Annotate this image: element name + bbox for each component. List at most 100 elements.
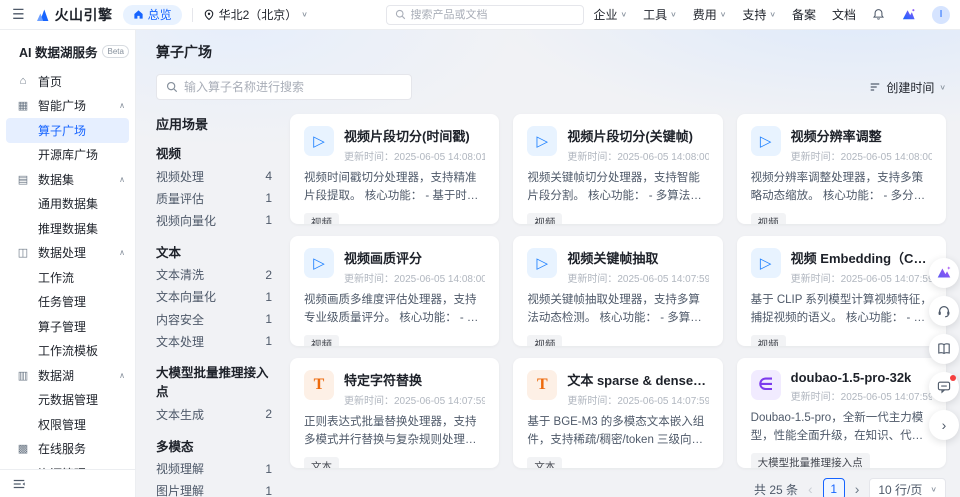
page-title: 算子广场 bbox=[156, 42, 946, 62]
next-page-button[interactable]: › bbox=[855, 482, 860, 496]
service-icon: ▩ bbox=[16, 442, 30, 455]
card-title: 视频片段切分(关键帧) bbox=[567, 126, 708, 145]
operator-search-input[interactable] bbox=[184, 80, 402, 94]
card-description: 基于 BGE-M3 的多模态文本嵌入组件，支持稀疏/稠密/token 三级向量生… bbox=[527, 414, 708, 450]
current-page-button[interactable]: 1 bbox=[823, 478, 845, 497]
filter-item[interactable]: 图片理解1 bbox=[156, 480, 272, 497]
sidebar-item-operator-management[interactable]: 算子管理 bbox=[0, 314, 135, 339]
card-tag: 视频 bbox=[527, 213, 562, 224]
card-title: 视频分辨率调整 bbox=[791, 126, 932, 145]
sidebar-item-general-dataset[interactable]: 通用数据集 bbox=[0, 192, 135, 217]
operator-card[interactable]: ▷ 视频画质评分 更新时间：2025-06-05 14:08:00 视频画质多维… bbox=[290, 236, 499, 346]
filter-count: 4 bbox=[265, 169, 272, 183]
sort-control[interactable]: 创建时间 ∨ bbox=[869, 79, 946, 96]
ai-assistant-button[interactable] bbox=[929, 258, 959, 288]
console-mini-logo-icon[interactable] bbox=[901, 7, 916, 22]
nav-docs[interactable]: 文档 bbox=[832, 6, 856, 23]
sidebar-item-label: 工作流模板 bbox=[38, 342, 98, 359]
customer-service-button[interactable] bbox=[929, 296, 959, 326]
video-play-icon: ▷ bbox=[751, 248, 781, 278]
filter-count: 1 bbox=[265, 312, 272, 326]
product-header[interactable]: AI 数据湖服务 Beta bbox=[0, 30, 135, 69]
sidebar-item-opensource-plaza[interactable]: 开源库广场 bbox=[0, 143, 135, 168]
nav-enterprise[interactable]: 企业∨ bbox=[594, 6, 628, 23]
hamburger-menu-icon[interactable]: ☰ bbox=[12, 6, 25, 23]
collapse-panel-button[interactable]: › bbox=[929, 410, 959, 440]
sidebar-item-metadata-management[interactable]: 元数据管理 bbox=[0, 388, 135, 413]
filter-title: 应用场景 bbox=[156, 114, 272, 133]
sidebar-item-workflow[interactable]: 工作流 bbox=[0, 265, 135, 290]
operator-card[interactable]: ∈ doubao-1.5-pro-32k 更新时间：2025-06-05 14:… bbox=[737, 358, 946, 468]
operator-card[interactable]: ▷ 视频片段切分(关键帧) 更新时间：2025-06-05 14:08:00 视… bbox=[513, 114, 722, 224]
sidebar-item-workflow-template[interactable]: 工作流模板 bbox=[0, 339, 135, 364]
operator-card[interactable]: ▷ 视频片段切分(时间戳) 更新时间：2025-06-05 14:08:01 视… bbox=[290, 114, 499, 224]
sidebar-group-smart-plaza[interactable]: ▦智能广场∧ bbox=[0, 94, 135, 119]
overview-button[interactable]: 总览 bbox=[123, 5, 182, 25]
sidebar-item-resource-management[interactable]: ▢资源管理 bbox=[0, 461, 135, 469]
card-tag: 文本 bbox=[527, 457, 562, 468]
card-updated-time: 更新时间：2025-06-05 14:08:00 bbox=[791, 148, 932, 163]
brand-logo[interactable]: 火山引擎 bbox=[35, 5, 113, 25]
filter-item[interactable]: 视频处理4 bbox=[156, 165, 272, 187]
sidebar-collapse-button[interactable] bbox=[0, 469, 135, 497]
sidebar-item-label: 算子广场 bbox=[38, 122, 86, 139]
filter-item[interactable]: 质量评估1 bbox=[156, 187, 272, 209]
page-size-select[interactable]: 10 行/页 ∨ bbox=[869, 478, 946, 497]
sidebar-item-home[interactable]: ⌂首页 bbox=[0, 69, 135, 94]
toolbar: 创建时间 ∨ bbox=[156, 74, 946, 100]
sort-icon bbox=[869, 81, 881, 93]
card-description: 视频分辨率调整处理器，支持多策略动态缩放。 核心功能： - 多分辨率策略： · … bbox=[751, 170, 932, 206]
chevron-right-icon: › bbox=[942, 417, 947, 433]
global-search[interactable] bbox=[386, 5, 584, 25]
sidebar-item-label: 数据处理 bbox=[38, 244, 86, 261]
chevron-up-icon: ∧ bbox=[119, 101, 125, 110]
card-title: 视频 Embedding（CLIP 系... bbox=[791, 248, 932, 267]
nav-tools[interactable]: 工具∨ bbox=[643, 6, 677, 23]
nav-icp[interactable]: 备案 bbox=[792, 6, 816, 23]
sidebar-group-data-processing[interactable]: ◫数据处理∧ bbox=[0, 241, 135, 266]
card-description: 基于 CLIP 系列模型计算视频特征，捕捉视频的语义。 核心功能： - 视觉特征… bbox=[751, 292, 932, 328]
chevron-down-icon: ∨ bbox=[939, 83, 946, 92]
operator-card[interactable]: T 特定字符替换 更新时间：2025-06-05 14:07:59 正则表达式批… bbox=[290, 358, 499, 468]
filter-panel: 应用场景 视频 视频处理4 质量评估1 视频向量化1 文本 文本清洗2 文本向量… bbox=[156, 114, 272, 497]
operator-card[interactable]: ▷ 视频关键帧抽取 更新时间：2025-06-05 14:07:59 视频关键帧… bbox=[513, 236, 722, 346]
card-title: doubao-1.5-pro-32k bbox=[791, 370, 932, 385]
sidebar-item-permission-management[interactable]: 权限管理 bbox=[0, 412, 135, 437]
operator-card-grid: ▷ 视频片段切分(时间戳) 更新时间：2025-06-05 14:08:01 视… bbox=[290, 114, 946, 468]
filter-item[interactable]: 内容安全1 bbox=[156, 308, 272, 330]
nav-billing[interactable]: 费用∨ bbox=[693, 6, 727, 23]
region-selector[interactable]: 华北2（北京） ∨ bbox=[203, 6, 308, 23]
prev-page-button[interactable]: ‹ bbox=[808, 482, 813, 496]
feedback-button[interactable] bbox=[929, 372, 959, 402]
docs-button[interactable] bbox=[929, 334, 959, 364]
feedback-chat-icon bbox=[936, 379, 952, 395]
filter-count: 2 bbox=[265, 407, 272, 421]
video-play-icon: ▷ bbox=[751, 126, 781, 156]
filter-item[interactable]: 文本处理1 bbox=[156, 330, 272, 352]
operator-card[interactable]: T 文本 sparse & dense embed... 更新时间：2025-0… bbox=[513, 358, 722, 468]
plaza-icon: ▦ bbox=[16, 99, 30, 112]
global-search-input[interactable] bbox=[411, 9, 575, 21]
operator-card[interactable]: ▷ 视频 Embedding（CLIP 系... 更新时间：2025-06-05… bbox=[737, 236, 946, 346]
filter-item[interactable]: 视频理解1 bbox=[156, 458, 272, 480]
sidebar-item-task-management[interactable]: 任务管理 bbox=[0, 290, 135, 315]
filter-item[interactable]: 文本生成2 bbox=[156, 403, 272, 425]
notification-bell-icon[interactable] bbox=[872, 8, 885, 21]
filter-item[interactable]: 文本清洗2 bbox=[156, 264, 272, 286]
card-description: 视频关键帧切分处理器，支持智能片段分割。 核心功能： - 多算法关键帧检测： ·… bbox=[527, 170, 708, 206]
operator-card[interactable]: ▷ 视频分辨率调整 更新时间：2025-06-05 14:08:00 视频分辨率… bbox=[737, 114, 946, 224]
nav-support[interactable]: 支持∨ bbox=[742, 6, 776, 23]
video-play-icon: ▷ bbox=[304, 248, 334, 278]
sidebar-item-online-service[interactable]: ▩在线服务 bbox=[0, 437, 135, 462]
filter-item[interactable]: 视频向量化1 bbox=[156, 209, 272, 231]
filter-item[interactable]: 文本向量化1 bbox=[156, 286, 272, 308]
sidebar-item-operator-plaza[interactable]: 算子广场 bbox=[6, 118, 129, 143]
sidebar-group-dataset[interactable]: ▤数据集∧ bbox=[0, 167, 135, 192]
sidebar-item-inference-dataset[interactable]: 推理数据集 bbox=[0, 216, 135, 241]
main-content: 算子广场 创建时间 ∨ 应用场景 视频 视频处理4 质量评估1 视频向量化1 文… bbox=[136, 30, 960, 497]
sidebar-group-data-lake[interactable]: ▥数据湖∧ bbox=[0, 363, 135, 388]
region-label: 华北2（北京） bbox=[219, 6, 298, 23]
user-avatar[interactable]: I bbox=[932, 6, 950, 24]
card-updated-time: 更新时间：2025-06-05 14:07:59 bbox=[791, 270, 932, 285]
operator-search[interactable] bbox=[156, 74, 412, 100]
